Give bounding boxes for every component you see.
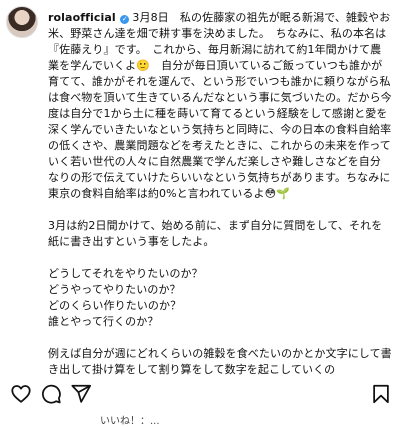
comment-icon[interactable] (40, 383, 62, 405)
question-2: どうやってやりたいのか？ (48, 283, 181, 296)
instagram-post: rolaofficial ✓ 3月8日 私の佐藤家の祖先が眠る新潟で、雑穀やお米、… (0, 0, 400, 427)
username[interactable]: rolaofficial (48, 11, 116, 24)
question-3: どのくらい作りたいのか？ (48, 299, 182, 312)
emoji-1: 🙂 (136, 59, 151, 72)
verified-badge-icon: ✓ (120, 15, 130, 24)
caption-paragraph-2: 3月は約2日間かけて、始める前に、まず自分に質問をして、それを紙に書き出すという… (48, 219, 383, 248)
action-bar (0, 379, 400, 409)
emoji-2: 😳 (264, 187, 277, 200)
caption-paragraph-3: 例えば自分が週にどれくらいの雑穀を食べたいのかとか文字にして書き出して掛け算をし… (48, 347, 392, 376)
likes-count[interactable]: いいね！：... (100, 412, 160, 427)
post-date: 3月8日 (132, 11, 169, 24)
caption-body: 自分が毎日頂いているご飯っていつも誰かが育てて、誰かがそれを運んで、という形でい… (48, 59, 392, 200)
bookmark-icon[interactable] (370, 383, 392, 405)
question-1: どうしてそれをやりたいのか？ (48, 267, 203, 280)
heart-icon[interactable] (10, 383, 32, 405)
caption-paragraph-1: rolaofficial ✓ 3月8日 私の佐藤家の祖先が眠る新潟で、雑穀やお米、… (48, 10, 392, 202)
avatar[interactable] (6, 6, 38, 38)
emoji-3: 🌱 (276, 187, 290, 200)
caption: rolaofficial ✓ 3月8日 私の佐藤家の祖先が眠る新潟で、雑穀やお米、… (48, 10, 392, 378)
question-4: 誰とやって行くのか？ (48, 315, 159, 328)
share-icon[interactable] (70, 383, 92, 405)
